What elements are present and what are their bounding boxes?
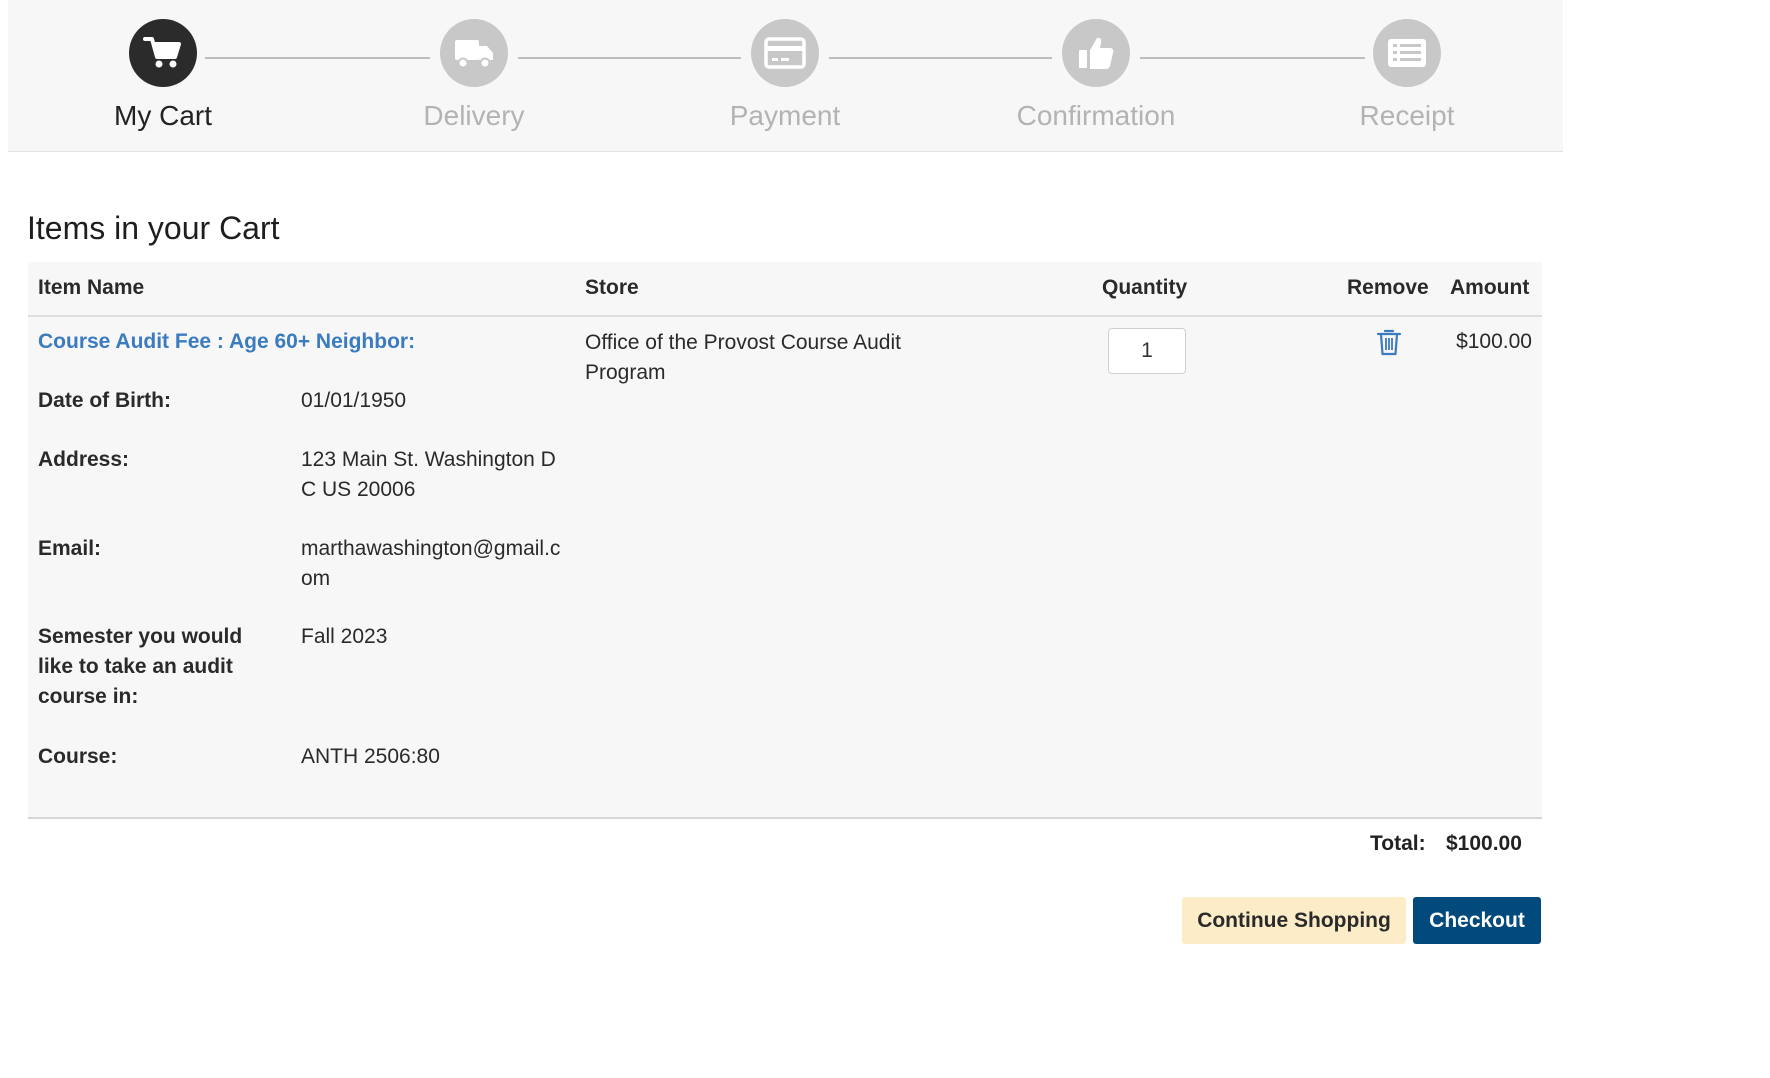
detail-label-semester: Semester you would like to take an audit… [38,625,243,708]
checkout-button[interactable]: Checkout [1413,897,1541,944]
item-name-link[interactable]: Course Audit Fee : Age 60+ Neighbor: [38,330,415,354]
checkout-progress-stepper: My Cart Delivery Payment Confirmation Re… [8,0,1563,152]
column-header-store: Store [585,276,639,299]
detail-value-dob: 01/01/1950 [301,389,407,412]
cart-icon [129,19,197,87]
credit-card-icon [751,19,819,87]
detail-label-course: Course: [38,745,118,768]
thumbs-up-icon [1062,19,1130,87]
step-confirmation: Confirmation [996,19,1196,132]
item-amount: $100.00 [1456,330,1532,353]
step-payment: Payment [685,19,885,132]
quantity-input[interactable] [1108,328,1186,374]
detail-value-semester: Fall 2023 [301,625,388,648]
detail-value-course: ANTH 2506:80 [301,745,440,768]
total-value: $100.00 [1446,832,1522,855]
page-title: Items in your Cart [27,210,280,246]
detail-value-address: 123 Main St. Washington DC US 20006 [301,448,556,501]
truck-icon [440,19,508,87]
step-label: My Cart [114,100,212,131]
detail-value-email: marthawashington@gmail.com [301,537,561,590]
continue-shopping-button[interactable]: Continue Shopping [1182,897,1406,944]
step-receipt: Receipt [1307,19,1507,132]
step-delivery: Delivery [374,19,574,132]
column-header-item-name: Item Name [38,276,145,299]
column-header-amount: Amount [1450,276,1530,299]
item-store: Office of the Provost Course Audit Progr… [585,331,901,384]
step-my-cart: My Cart [63,19,263,132]
column-header-remove: Remove [1347,276,1429,299]
table-header: Item Name Store Quantity Remove Amount [28,262,1542,317]
step-label: Payment [729,100,841,131]
trash-icon[interactable] [1376,328,1402,356]
step-label: Delivery [423,100,525,131]
step-label: Confirmation [1016,100,1176,131]
step-label: Receipt [1359,100,1455,131]
cart-table: Item Name Store Quantity Remove Amount C… [28,262,1542,819]
detail-label-address: Address: [38,448,130,471]
column-header-quantity: Quantity [1102,276,1188,299]
list-icon [1373,19,1441,87]
detail-label-dob: Date of Birth: [38,389,171,412]
total-label: Total: [1370,832,1426,855]
detail-label-email: Email: [38,537,102,560]
